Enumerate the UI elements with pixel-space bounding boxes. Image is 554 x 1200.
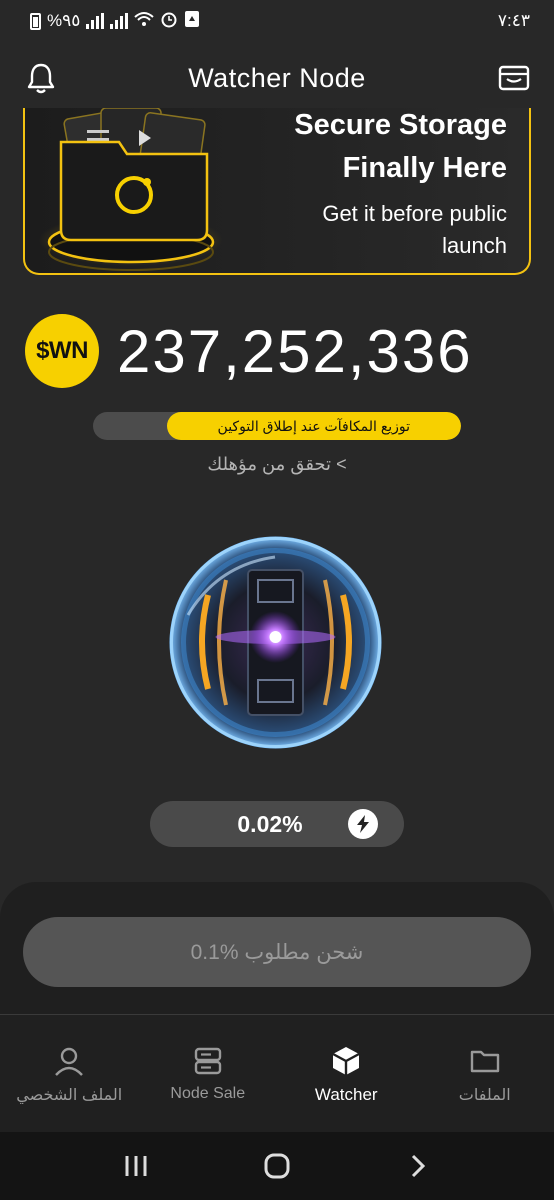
charge-percent: 0.02% [237,810,303,837]
status-left: %٩٥ [30,10,200,33]
cube-icon [332,1047,360,1075]
promo-banner[interactable]: Secure Storage Finally Here Get it befor… [23,108,531,275]
signal-icon-2 [110,13,129,29]
nav-item-files[interactable]: الملفات [416,1015,554,1132]
wn-coin-icon: $WN [25,314,99,388]
nav-label-files: الملفات [458,1087,511,1104]
banner-title-line2: Finally Here [342,152,507,184]
charge-percent-pill: 0.02% [150,801,404,847]
banner-title-line1: Secure Storage [294,109,507,141]
battery-icon [30,12,41,30]
battery-level: %٩٥ [47,11,81,30]
check-eligibility-link[interactable]: تحقق من مؤهلك < [0,454,554,475]
status-bar: %٩٥ ٧:٤٣ [0,0,554,42]
balance-value: 237,252,336 [117,317,473,385]
reward-progress-fill: توزيع المكافآت عند إطلاق التوكين [166,412,461,440]
bell-icon[interactable] [26,62,56,94]
wallet-icon[interactable] [498,65,530,91]
banner-subtitle-line1: Get it before public [322,201,507,226]
lightning-icon[interactable] [348,809,378,839]
banner-subtitle-line2: launch [442,233,507,258]
reward-label: توزيع المكافآت عند إطلاق التوكين [217,417,411,434]
nav-label-profile: الملف الشخصي [16,1087,123,1104]
nav-item-profile[interactable]: الملف الشخصي [0,1015,139,1132]
watcher-core-orb[interactable] [168,535,383,750]
token-balance: $WN 237,252,336 [25,314,535,388]
bottom-nav: الملف الشخصي Node Sale Watcher الملفات [0,1014,554,1132]
home-button[interactable] [257,1146,297,1186]
nav-label-watcher: Watcher [314,1085,378,1104]
recycle-icon [184,10,200,33]
clock: ٧:٤٣ [497,11,530,30]
recent-apps-button[interactable] [116,1146,156,1186]
charge-required-button[interactable]: 0.1% شحن مطلوب [23,917,531,987]
nav-label-node-sale: Node Sale [170,1085,246,1102]
banner-text: Secure Storage Finally Here Get it befor… [294,108,507,262]
alarm-icon [160,10,178,33]
app-header: Watcher Node [0,52,554,104]
person-icon [55,1047,84,1076]
system-nav-bar [0,1132,554,1200]
page-title: Watcher Node [188,62,366,93]
server-icon [194,1047,221,1075]
nav-item-node-sale[interactable]: Node Sale [139,1015,278,1132]
storage-folder-illustration [39,108,223,271]
signal-icon [86,13,105,29]
folder-icon [470,1050,499,1073]
wifi-icon [134,11,155,32]
coin-label: $WN [36,337,88,364]
back-button[interactable] [398,1146,438,1186]
reward-progress-bar: توزيع المكافآت عند إطلاق التوكين [93,412,461,440]
nav-item-watcher[interactable]: Watcher [277,1015,416,1132]
